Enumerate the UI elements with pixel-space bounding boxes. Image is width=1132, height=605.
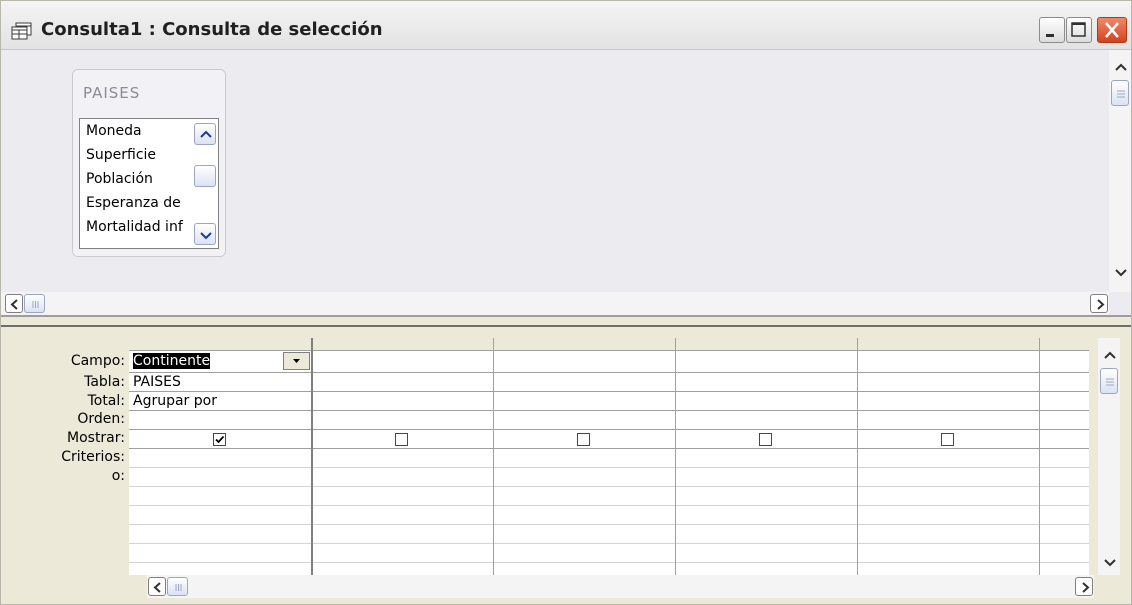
scroll-up-button[interactable] [194,123,216,145]
maximize-button[interactable] [1066,17,1092,43]
grid-line [129,543,1089,544]
field-list-scrollbar[interactable] [192,119,218,248]
grid-column-divider [1039,338,1040,575]
grid-line [129,372,1089,373]
grid-line [129,524,1089,525]
grid-column-divider [311,338,313,575]
upper-horizontal-scrollbar[interactable] [1,292,1109,315]
maximize-icon [1071,22,1086,37]
grid-line [129,562,1089,563]
scroll-thumb[interactable] [1100,368,1118,394]
row-label-orden: Orden: [77,411,125,427]
campo-dropdown-button[interactable] [283,352,310,370]
row-label-campo: Campo: [70,353,125,369]
design-grid[interactable]: Continente PAISES Agrupar por [129,338,1089,575]
chevron-up-icon [1104,351,1116,359]
grid-line [129,429,1089,430]
grid-horizontal-scrollbar[interactable] [147,575,1094,598]
table-name[interactable]: PAISES [83,84,140,102]
tabla-cell-1[interactable]: PAISES [133,374,181,390]
grid-line [129,410,1089,411]
grip-icon [1106,378,1114,386]
field-item[interactable]: Moneda [86,123,194,139]
chevron-down-icon [293,359,300,363]
table-box-paises[interactable]: PAISES Moneda Superficie Población Esper… [72,69,226,257]
grid-line [129,391,1089,392]
grid-column-divider [493,338,494,575]
grid-line [129,448,1089,449]
grid-column-divider [857,338,858,575]
chevron-left-icon [153,582,161,593]
mostrar-checkbox-4[interactable] [759,433,772,446]
scroll-left-button[interactable] [5,294,23,313]
scroll-thumb[interactable] [24,294,45,313]
row-label-o: o: [111,468,125,484]
field-list[interactable]: Moneda Superficie Población Esperanza de… [79,118,219,249]
field-item[interactable]: Superficie [86,147,194,163]
chevron-right-icon [1097,299,1105,310]
field-item[interactable]: Esperanza de [86,195,194,211]
table-diagram-pane[interactable]: PAISES Moneda Superficie Población Esper… [1,50,1131,315]
close-button[interactable] [1097,17,1127,43]
scroll-thumb[interactable] [1111,80,1129,106]
chevron-up-icon [200,130,212,138]
campo-cell-1[interactable]: Continente [133,353,211,369]
row-label-criterios: Criterios: [61,449,125,465]
title-bar[interactable]: Consulta1 : Consulta de selección [1,1,1131,50]
scroll-right-button[interactable] [1075,577,1093,596]
scroll-left-button[interactable] [148,577,166,596]
mostrar-checkbox-1[interactable] [213,433,226,446]
chevron-down-icon [1115,269,1127,277]
window-title: Consulta1 : Consulta de selección [41,19,383,40]
query-window: Consulta1 : Consulta de selección PAISES… [0,0,1132,605]
minimize-icon [1046,34,1054,37]
chevron-down-icon [200,232,212,240]
grip-icon [1117,90,1125,98]
total-cell-1[interactable]: Agrupar por [133,393,217,409]
chevron-up-icon [1115,63,1127,71]
grid-vertical-scrollbar[interactable] [1098,338,1120,575]
row-label-mostrar: Mostrar: [67,430,125,446]
scroll-right-button[interactable] [1090,294,1108,313]
minimize-button[interactable] [1039,17,1065,43]
pane-splitter[interactable] [1,315,1131,327]
scroll-down-button[interactable] [1099,550,1119,572]
close-icon [1105,22,1119,38]
chevron-down-icon [1104,559,1116,567]
design-grid-pane: Campo: Tabla: Total: Orden: Mostrar: Cri… [1,327,1131,604]
grid-line [129,505,1089,506]
field-item[interactable]: Población [86,171,194,187]
row-label-tabla: Tabla: [84,374,125,390]
grid-line [129,350,1089,351]
grip-icon [175,584,182,591]
grid-line [129,486,1089,487]
scroll-up-button[interactable] [1099,344,1119,366]
scroll-up-button[interactable] [1110,56,1130,78]
mostrar-checkbox-5[interactable] [941,433,954,446]
mostrar-checkbox-2[interactable] [395,433,408,446]
mostrar-checkbox-3[interactable] [577,433,590,446]
grid-column-divider [675,338,676,575]
chevron-left-icon [10,299,18,310]
row-label-total: Total: [87,393,125,409]
check-icon [215,435,225,444]
upper-vertical-scrollbar[interactable] [1109,50,1131,292]
chevron-right-icon [1082,582,1090,593]
scroll-down-button[interactable] [1110,260,1130,282]
scroll-thumb[interactable] [167,577,188,596]
grip-icon [32,301,39,308]
query-window-icon [11,22,33,40]
field-item[interactable]: Mortalidad inf [86,219,194,235]
scroll-thumb[interactable] [194,165,216,187]
grid-line [129,467,1089,468]
scroll-down-button[interactable] [194,223,216,245]
